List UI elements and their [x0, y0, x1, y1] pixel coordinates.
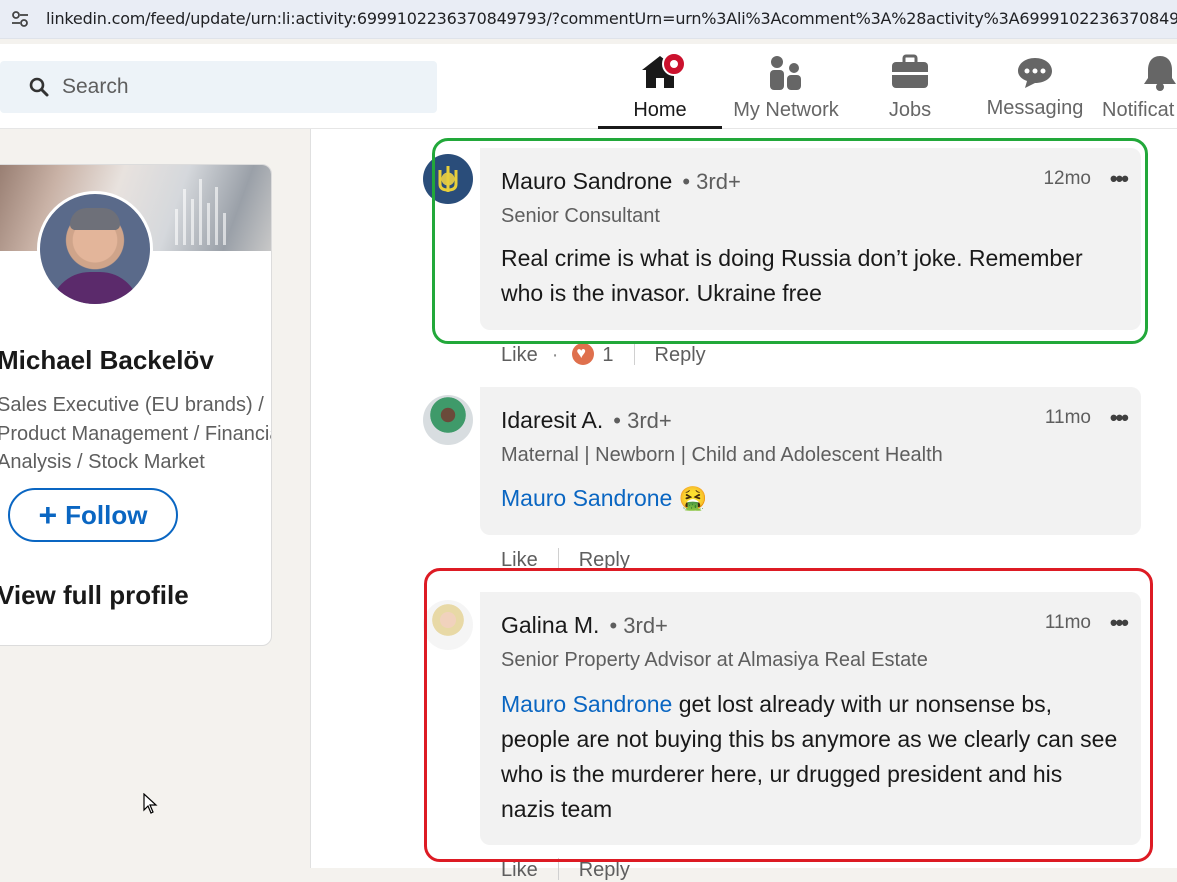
- comment-author[interactable]: Idaresit A. • 3rd+: [501, 407, 672, 434]
- comment-text: Mauro Sandrone 🤮: [501, 481, 1121, 517]
- chart-decoration: [175, 179, 226, 245]
- nav-notifications-label: Notificat: [1102, 99, 1175, 121]
- search-icon: [29, 77, 49, 97]
- mention-link[interactable]: Mauro Sandrone: [501, 485, 672, 511]
- url-text[interactable]: linkedin.com/feed/update/urn:li:activity…: [46, 9, 1177, 28]
- top-nav: Search Home My Network Jobs Messaging No…: [0, 44, 1177, 129]
- profile-description-line: Sales Executive (EU brands) /: [0, 394, 264, 416]
- more-options-icon[interactable]: •••: [1110, 610, 1129, 636]
- follow-label: Follow: [65, 500, 148, 530]
- like-button[interactable]: Like: [501, 344, 538, 366]
- comment-author[interactable]: Galina M. • 3rd+: [501, 612, 668, 639]
- nav-my-network[interactable]: My Network: [726, 52, 846, 128]
- nav-notifications[interactable]: Notificat: [1100, 52, 1177, 128]
- commenter-headline: Maternal | Newborn | Child and Adolescen…: [501, 444, 943, 466]
- comment-time: 11mo: [1044, 612, 1091, 633]
- view-full-profile-link[interactable]: View full profile: [0, 580, 189, 611]
- comments-feed: Mauro Sandrone • 3rd+ 12mo ••• Senior Con…: [310, 129, 1177, 881]
- commenter-avatar[interactable]: [423, 154, 473, 204]
- chat-icon: [1018, 58, 1052, 88]
- more-options-icon[interactable]: •••: [1110, 166, 1129, 192]
- reply-button[interactable]: Reply: [579, 549, 630, 571]
- comment-text: Mauro Sandrone get lost already with ur …: [501, 691, 1118, 822]
- comment-text: Real crime is what is doing Russia don’t…: [501, 245, 1083, 306]
- mention-link[interactable]: Mauro Sandrone: [501, 691, 672, 717]
- profile-description: Sales Executive (EU brands) / Product Ma…: [0, 391, 272, 477]
- bell-icon: [1144, 56, 1176, 91]
- comment-time: 12mo: [1043, 168, 1091, 189]
- search-input[interactable]: Search: [62, 75, 129, 99]
- commenter-avatar[interactable]: [423, 395, 473, 445]
- trident-icon: [438, 166, 458, 192]
- network-icon: [770, 56, 801, 90]
- profile-description-line: Analysis / Stock Market: [0, 451, 205, 473]
- more-options-icon[interactable]: •••: [1110, 405, 1129, 431]
- comment-bubble: Galina M. • 3rd+ 11mo ••• Senior Property…: [480, 592, 1141, 845]
- like-button[interactable]: Like: [501, 859, 538, 881]
- profile-name[interactable]: Michael Backelöv: [0, 345, 214, 376]
- comment-author[interactable]: Mauro Sandrone • 3rd+: [501, 168, 741, 195]
- commenter-headline: Senior Property Advisor at Almasiya Real…: [501, 649, 928, 671]
- connection-degree: • 3rd+: [613, 408, 672, 433]
- connection-degree: • 3rd+: [682, 169, 741, 194]
- comment-actions: Like Reply: [501, 858, 630, 882]
- nav-home-label: Home: [633, 99, 687, 121]
- briefcase-icon: [892, 54, 928, 88]
- comment-actions: Like Reply: [501, 548, 630, 572]
- nav-messaging[interactable]: Messaging: [982, 52, 1088, 128]
- commenter-avatar[interactable]: [423, 600, 473, 650]
- profile-avatar[interactable]: [37, 191, 153, 307]
- nav-jobs[interactable]: Jobs: [870, 52, 950, 128]
- nav-home[interactable]: Home: [598, 52, 722, 129]
- emoji: 🤮: [678, 486, 708, 512]
- plus-icon: +: [38, 497, 58, 533]
- nav-my-network-label: My Network: [733, 99, 839, 121]
- commenter-headline: Senior Consultant: [501, 205, 660, 227]
- site-settings-icon[interactable]: [10, 9, 30, 29]
- nav-jobs-label: Jobs: [888, 99, 932, 121]
- reply-button[interactable]: Reply: [579, 859, 630, 881]
- notification-badge: [662, 52, 686, 76]
- profile-card: Michael Backelöv Sales Executive (EU bra…: [0, 164, 272, 646]
- love-reaction-icon[interactable]: [572, 343, 595, 365]
- comment-actions: Like·1Reply: [501, 343, 706, 367]
- search-box[interactable]: Search: [0, 61, 437, 113]
- reply-button[interactable]: Reply: [655, 344, 706, 366]
- nav-messaging-label: Messaging: [986, 97, 1084, 119]
- comment-bubble: Mauro Sandrone • 3rd+ 12mo ••• Senior Con…: [480, 148, 1141, 330]
- comment-time: 11mo: [1044, 407, 1091, 428]
- like-button[interactable]: Like: [501, 549, 538, 571]
- follow-button[interactable]: + Follow: [8, 488, 178, 542]
- comment-bubble: Idaresit A. • 3rd+ 11mo ••• Maternal | Ne…: [480, 387, 1141, 535]
- reaction-count[interactable]: 1: [602, 344, 613, 366]
- mouse-cursor-icon: [143, 793, 158, 814]
- address-bar[interactable]: linkedin.com/feed/update/urn:li:activity…: [0, 0, 1177, 39]
- connection-degree: • 3rd+: [609, 613, 668, 638]
- profile-description-line: Product Management / Financial: [0, 422, 272, 445]
